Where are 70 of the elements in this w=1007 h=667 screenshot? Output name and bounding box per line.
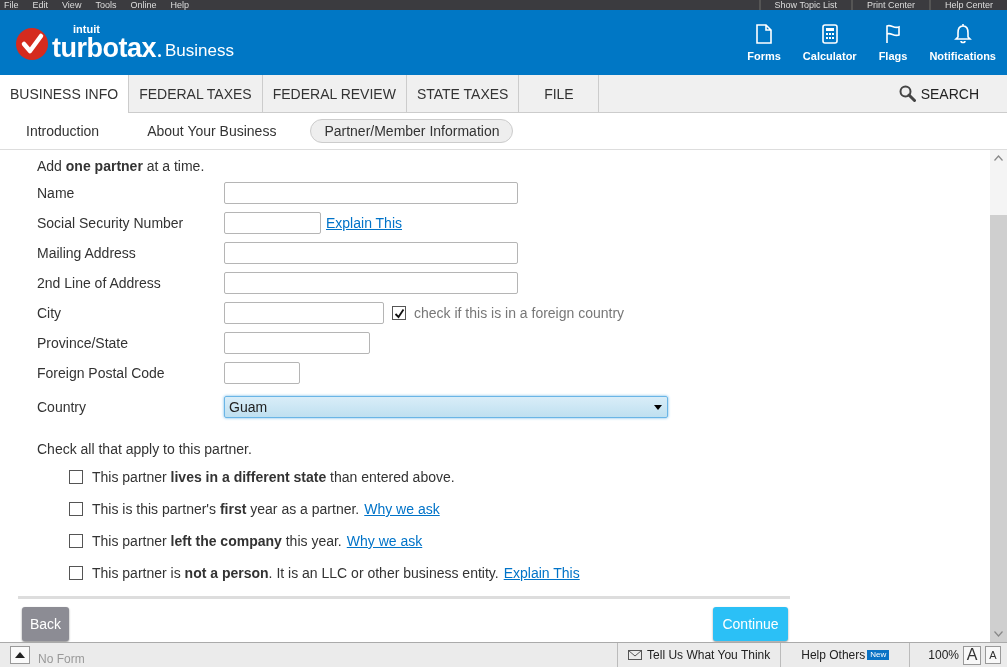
breadcrumb-step[interactable]: About Your Business — [133, 119, 291, 143]
checkmark-logo-icon — [16, 27, 48, 60]
option-checkbox[interactable] — [69, 502, 83, 516]
input-field[interactable] — [224, 272, 518, 294]
option-label: This partner lives in a different state than entered above. — [92, 469, 455, 485]
input-field[interactable] — [224, 302, 384, 324]
company-name: intuit — [73, 23, 101, 35]
input-field[interactable] — [224, 332, 370, 354]
field-label: Province/State — [37, 335, 130, 351]
field-label: Country — [37, 399, 88, 415]
zoom-level: 100% — [928, 648, 959, 662]
toolbar-button[interactable]: Forms — [733, 10, 792, 75]
field-label: 2nd Line of Address — [37, 275, 162, 291]
envelope-icon — [628, 650, 643, 660]
instruction-text: Add one partner at a time. — [37, 158, 206, 176]
flag-icon — [885, 23, 901, 44]
toolbar-button[interactable]: Flags — [867, 10, 919, 75]
input-field[interactable] — [224, 242, 518, 264]
search-icon — [898, 85, 916, 102]
feedback-button[interactable]: Tell Us What You Think — [617, 643, 781, 667]
input-field[interactable] — [224, 212, 321, 234]
form-status: No Form — [38, 652, 85, 666]
breadcrumb-step[interactable]: Partner/Member Information — [310, 119, 514, 143]
field-label: Name — [37, 185, 76, 201]
dropdown-caret-icon — [654, 404, 662, 410]
scroll-down-icon[interactable] — [994, 631, 1003, 637]
scrollbar[interactable] — [990, 150, 1007, 642]
calculator-icon — [821, 23, 838, 44]
field-label: Mailing Address — [37, 245, 137, 261]
toolbar-button[interactable]: Notifications — [918, 10, 1007, 75]
bell-icon — [953, 23, 972, 44]
checkbox-label: check if this is in a foreign country — [414, 305, 625, 321]
explain-link[interactable]: Explain This — [326, 215, 402, 231]
menu-item[interactable]: View — [62, 0, 82, 10]
foreign-country-checkbox[interactable] — [392, 306, 406, 320]
input-field[interactable] — [224, 182, 518, 204]
scroll-up-icon[interactable] — [994, 155, 1003, 161]
menu-item[interactable]: Online — [130, 0, 157, 10]
help-link[interactable]: Explain This — [503, 565, 580, 581]
option-checkbox[interactable] — [69, 470, 83, 484]
smaller-text-button[interactable]: A — [985, 646, 1001, 664]
menu-item[interactable]: Edit — [32, 0, 49, 10]
option-label: This is this partner's first year as a partner. — [92, 501, 360, 517]
field-label: City — [37, 305, 63, 321]
nav-tab[interactable]: BUSINESS INFO — [0, 75, 130, 113]
option-label: This partner left the company this year. — [92, 533, 342, 549]
country-dropdown[interactable]: Guam — [224, 396, 668, 418]
option-checkbox[interactable] — [69, 534, 83, 548]
toolbar-button[interactable]: Calculator — [791, 10, 868, 75]
menu-item[interactable]: Tools — [95, 0, 117, 10]
product-name: turbotax — [52, 34, 156, 62]
field-label: Social Security Number — [37, 215, 185, 231]
document-icon — [756, 23, 773, 44]
input-field[interactable] — [224, 362, 300, 384]
expand-forms-button[interactable] — [10, 646, 30, 664]
field-label: Foreign Postal Code — [37, 365, 166, 381]
triangle-up-icon — [15, 652, 25, 658]
menu-item[interactable]: File — [4, 0, 19, 10]
breadcrumb-step[interactable]: Introduction — [12, 119, 114, 143]
new-badge: New — [867, 650, 890, 660]
option-label: This partner is not a person. It is an LLC or other business entity. — [92, 565, 499, 581]
edition-name: Business — [165, 40, 234, 61]
larger-text-button[interactable]: A — [963, 645, 981, 665]
help-link[interactable]: Why we ask — [346, 533, 423, 549]
help-link[interactable]: Why we ask — [364, 501, 440, 517]
option-checkbox[interactable] — [69, 566, 83, 580]
help-others-link[interactable]: Help Others — [801, 648, 866, 662]
search-button[interactable]: SEARCH — [892, 75, 1007, 112]
menu-item[interactable]: Help — [170, 0, 189, 10]
section-heading: Check all that apply to this partner. — [37, 441, 253, 459]
